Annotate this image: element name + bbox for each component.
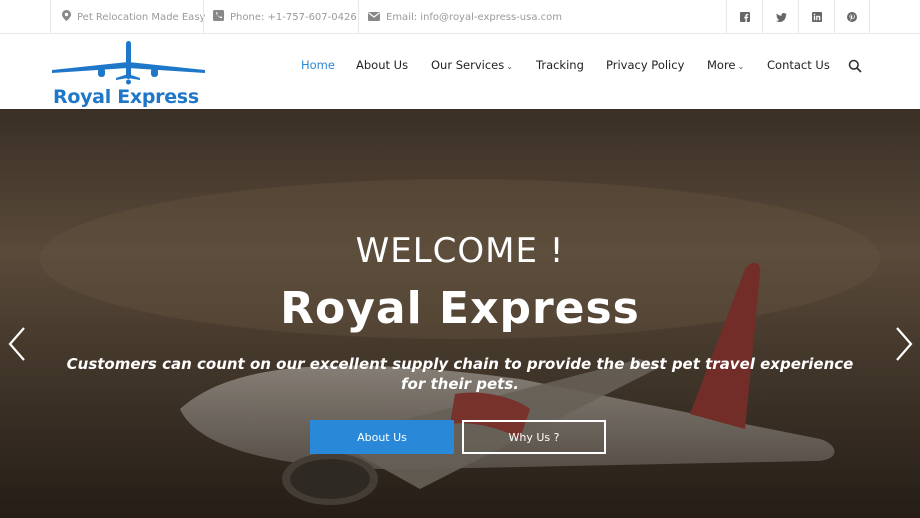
nav-our-services[interactable]: Our Services ⌄ (431, 58, 513, 72)
hero-slider: WELCOME ! Royal Express Customers can co… (0, 109, 920, 518)
nav-label: Contact Us (767, 58, 830, 72)
about-us-button[interactable]: About Us (310, 420, 454, 454)
nav-contact-us[interactable]: Contact Us (767, 58, 830, 72)
nav-label: Home (301, 58, 335, 72)
envelope-icon (368, 11, 380, 24)
map-pin-icon (62, 10, 71, 24)
hero-tagline: Customers can count on our excellent sup… (66, 355, 854, 393)
logo-text: Royal Express (53, 86, 199, 108)
nav-more[interactable]: More ⌄ (707, 58, 744, 72)
airplane-logo-icon (52, 41, 205, 85)
nav-privacy-policy[interactable]: Privacy Policy (606, 58, 684, 72)
why-us-button[interactable]: Why Us ? (462, 420, 606, 454)
nav-label: Privacy Policy (606, 58, 685, 72)
nav-label: Tracking (536, 58, 584, 72)
pinterest-icon[interactable] (834, 0, 870, 34)
divider (869, 0, 870, 34)
nav-label: More (707, 58, 736, 72)
linkedin-icon[interactable] (799, 0, 835, 34)
nav-label: About Us (356, 58, 409, 72)
nav-label: Our Services (431, 58, 505, 72)
phone-item[interactable]: Phone: +1-757-607-0426 (203, 0, 367, 34)
nav-tracking[interactable]: Tracking (536, 58, 584, 72)
search-icon[interactable] (848, 58, 862, 73)
chevron-down-icon: ⌄ (737, 62, 745, 71)
facebook-icon[interactable] (727, 0, 763, 34)
site-header: Royal Express Home About Us Our Services… (0, 34, 920, 109)
tagline-item: Pet Relocation Made Easy (52, 0, 215, 34)
hero-welcome: WELCOME ! (355, 231, 565, 271)
phone-icon (213, 10, 224, 24)
nav-about-us[interactable]: About Us (356, 58, 408, 72)
tagline-text: Pet Relocation Made Easy (77, 11, 206, 23)
email-item[interactable]: Email: info@royal-express-usa.com (358, 0, 572, 34)
chevron-down-icon: ⌄ (506, 62, 513, 71)
phone-text: Phone: +1-757-607-0426 (230, 11, 357, 23)
logo[interactable]: Royal Express (50, 40, 215, 108)
twitter-icon[interactable] (763, 0, 799, 34)
top-bar: Pet Relocation Made Easy Phone: +1-757-6… (0, 0, 920, 34)
divider (50, 0, 51, 34)
hero-title: Royal Express (280, 283, 640, 334)
email-text: Email: info@royal-express-usa.com (386, 11, 563, 23)
nav-home[interactable]: Home (301, 58, 335, 72)
